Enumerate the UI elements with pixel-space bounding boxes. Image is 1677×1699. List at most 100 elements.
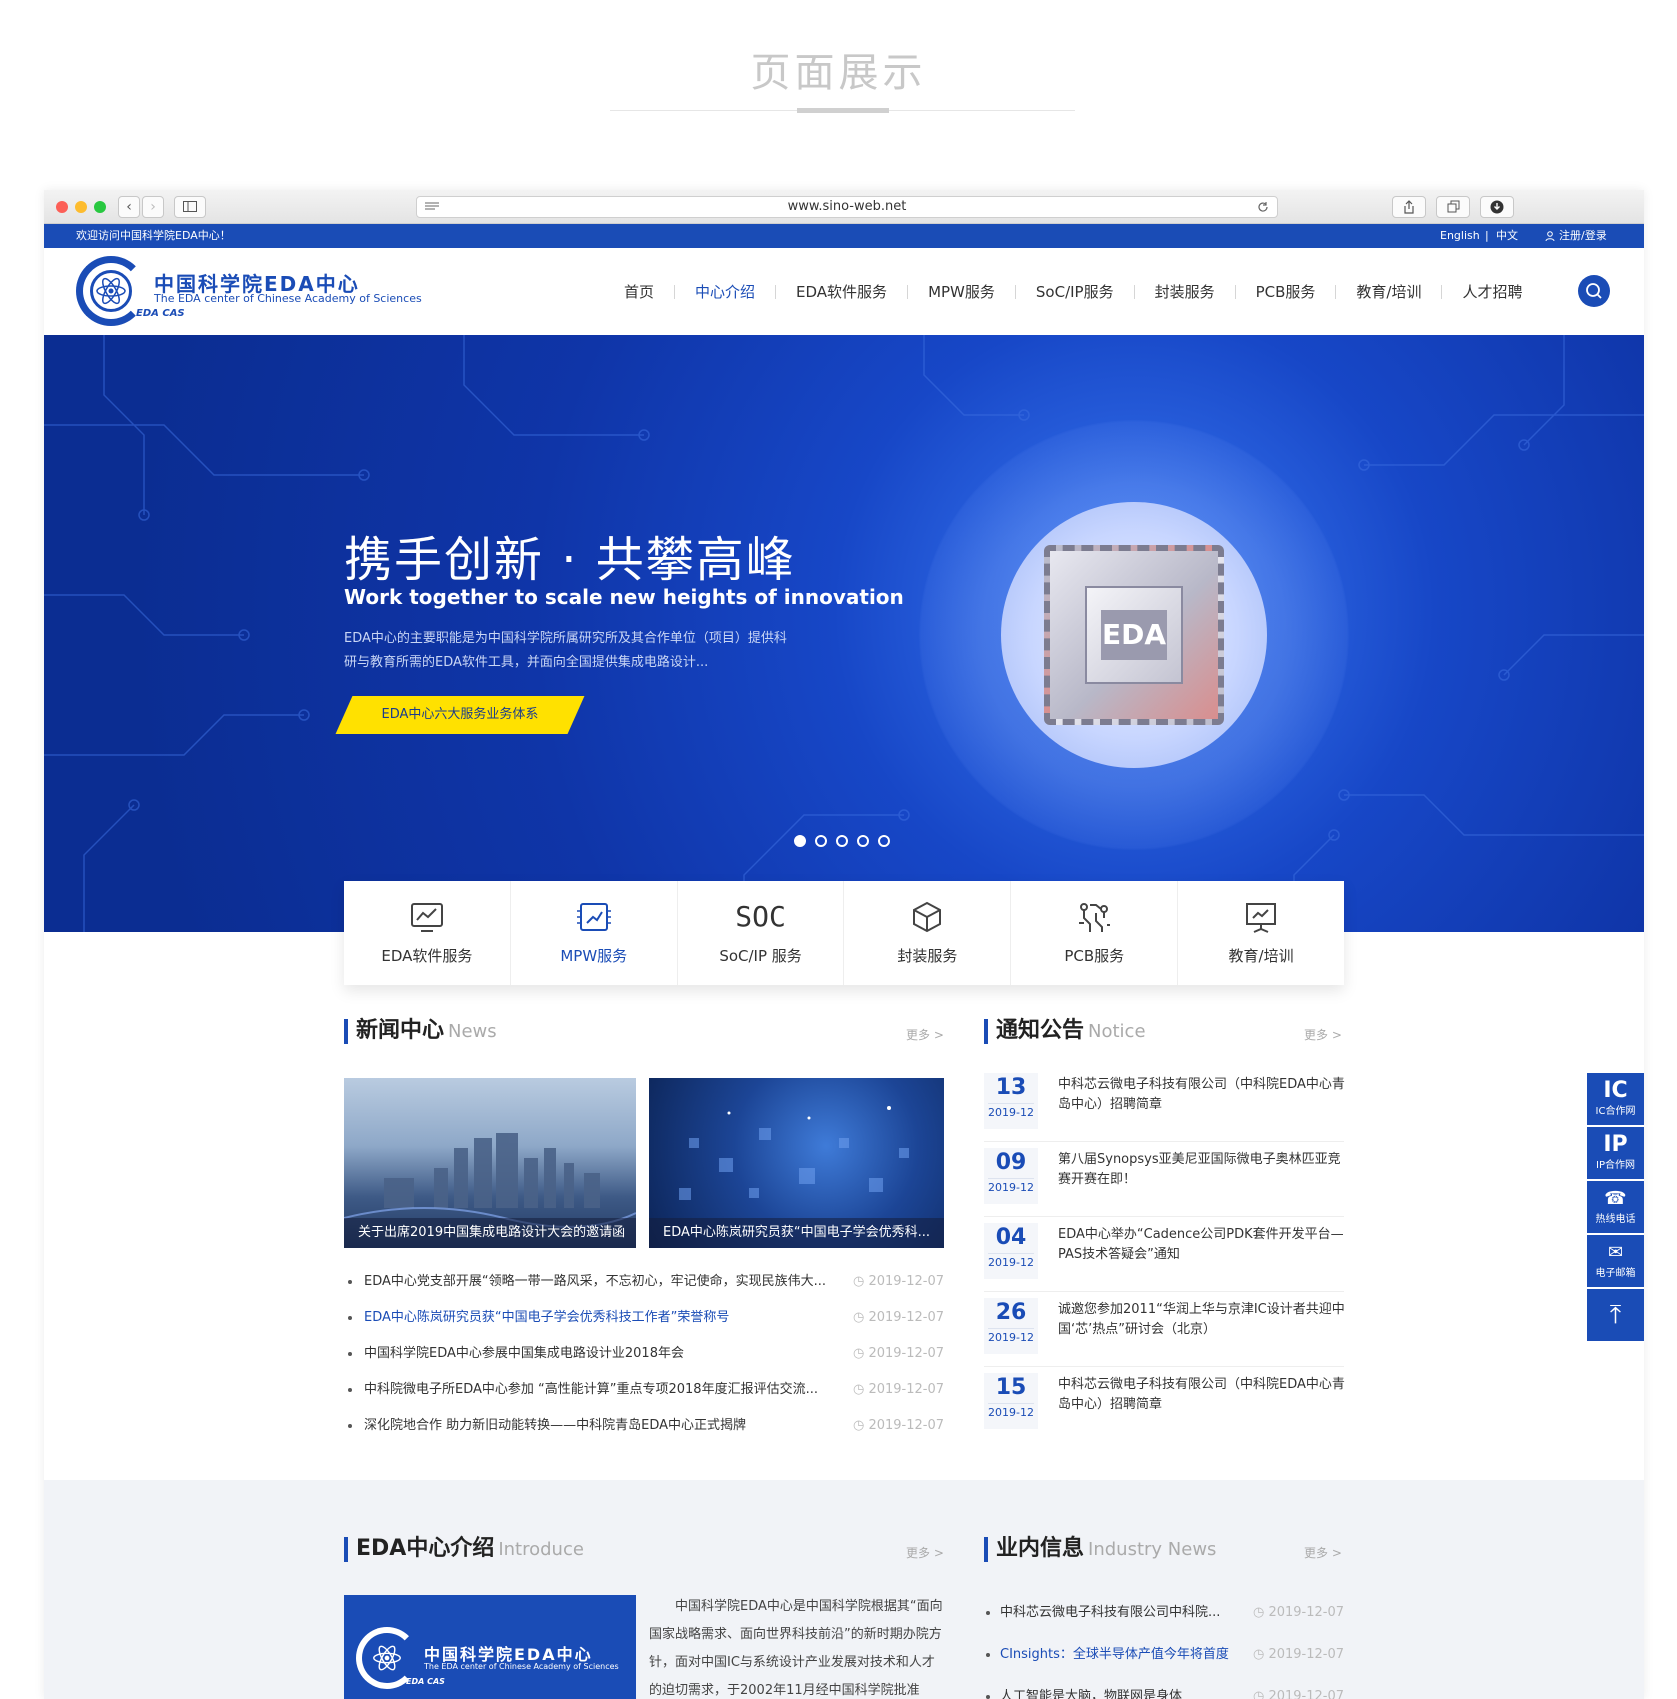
bullet (348, 1316, 352, 1320)
notice-date-badge: 09 2019-12 (984, 1148, 1038, 1204)
ip-network-button[interactable]: IP IP合作网 (1587, 1127, 1644, 1179)
industry-list-item[interactable]: 人工智能是大脑，物联网是身体 ◷ 2019-12-07 (984, 1676, 1344, 1699)
site-header: 中国科学院EDA中心 The EDA center of Chinese Aca… (44, 248, 1644, 335)
notice-text: 第八届Synopsys亚美尼亚国际微电子奥林匹亚竞赛开赛在即！ (1058, 1152, 1341, 1187)
carousel-dot[interactable] (878, 835, 890, 847)
share-button[interactable] (1392, 196, 1426, 218)
news-list-item[interactable]: 中国科学院EDA中心参展中国集成电路设计业2018年会 ◷ 2019-12-07 (344, 1336, 944, 1372)
industry-more-link[interactable]: 更多 > (1304, 1544, 1342, 1561)
nav-item-about[interactable]: 中心介绍 (675, 285, 777, 300)
nav-item-eda-software[interactable]: EDA软件服务 (776, 285, 909, 300)
banner-cta-button[interactable]: EDA中心六大服务业务体系 (335, 696, 585, 734)
nav-item-pcb[interactable]: PCB服务 (1236, 285, 1337, 300)
nav-item-education[interactable]: 教育/培训 (1336, 285, 1443, 300)
forward-button[interactable]: › (142, 196, 164, 218)
news-item-date: ◷ 2019-12-07 (852, 1346, 944, 1361)
pcb-traces-icon (1079, 903, 1111, 932)
notice-item[interactable]: 26 2019-12 诚邀您参加2011“华润上华与京津IC设计者共迎中国‘芯’热点… (984, 1292, 1345, 1367)
downloads-button[interactable] (1480, 196, 1514, 218)
service-packaging[interactable]: 封装服务 (844, 881, 1012, 985)
circuit-board-icon (576, 903, 611, 931)
service-pcb[interactable]: PCB服务 (1011, 881, 1179, 985)
carousel-dot[interactable] (857, 835, 869, 847)
service-eda-software[interactable]: EDA软件服务 (344, 881, 511, 985)
intro-title: EDA中心介绍 (356, 1536, 495, 1561)
intro-more-link[interactable]: 更多 > (906, 1544, 944, 1561)
nav-item-packaging[interactable]: 封装服务 (1135, 285, 1236, 300)
news-item-title: 中科院微电子所EDA中心参加 “高性能计算”重点专项2018年度汇报评估交流..… (364, 1382, 818, 1397)
services-strip: EDA软件服务 MPW服务 SOC SoC/IP 服务 封装服务 PCB服务 教… (344, 881, 1344, 985)
notice-year-month: 2019-12 (988, 1328, 1034, 1347)
news-more-link[interactable]: 更多 > (906, 1026, 944, 1043)
service-label: PCB服务 (1064, 947, 1125, 965)
service-mpw[interactable]: MPW服务 (511, 881, 678, 985)
news-item-date: ◷ 2019-12-07 (852, 1418, 944, 1433)
logo[interactable]: 中国科学院EDA中心 The EDA center of Chinese Aca… (44, 248, 444, 335)
intro-text: 中国科学院EDA中心是中国科学院根据其“面向国家战略需求、面向世界科技前沿”的新… (649, 1599, 943, 1698)
service-label: MPW服务 (560, 947, 628, 965)
industry-item-date: ◷ 2019-12-07 (1252, 1605, 1344, 1620)
reader-icon (425, 202, 439, 210)
phone-icon: ☎ (1604, 1188, 1627, 1209)
arrow-up-icon: ⤒ (1609, 1300, 1622, 1330)
login-link[interactable]: 注册/登录 (1559, 224, 1607, 248)
news-item-date-text: 2019-12-07 (868, 1346, 944, 1361)
close-window-button[interactable] (56, 201, 68, 213)
carousel-dot[interactable] (794, 835, 806, 847)
hotline-button[interactable]: ☎ 热线电话 (1587, 1181, 1644, 1233)
notice-more-link[interactable]: 更多 > (1304, 1026, 1342, 1043)
email-button[interactable]: ✉ 电子邮箱 (1587, 1235, 1644, 1287)
notice-item[interactable]: 13 2019-12 中科芯云微电子科技有限公司（中科院EDA中心青岛中心）招聘简章 (984, 1067, 1345, 1142)
banner-title: 携手创新 · 共攀高峰 (344, 532, 796, 588)
notice-title: 通知公告 (996, 1018, 1085, 1043)
reload-icon[interactable] (1257, 201, 1269, 213)
industry-item-date-text: 2019-12-07 (1268, 1689, 1344, 1699)
search-button[interactable] (1578, 275, 1610, 307)
notice-item[interactable]: 15 2019-12 中科芯云微电子科技有限公司（中科院EDA中心青岛中心）招聘简章 (984, 1367, 1345, 1442)
service-label: 教育/培训 (1228, 947, 1294, 965)
address-bar[interactable]: www.sino-web.net (416, 196, 1278, 218)
news-list-item[interactable]: EDA中心陈岚研究员获“中国电子学会优秀科技工作者”荣誉称号 ◷ 2019-12-… (344, 1300, 944, 1336)
download-icon (1490, 200, 1504, 214)
industry-item-date: ◷ 2019-12-07 (1252, 1647, 1344, 1662)
carousel-dot[interactable] (815, 835, 827, 847)
news-featured-caption: EDA中心陈岚研究员获“中国电子学会优秀科... (649, 1218, 944, 1248)
intro-section-title: EDA中心介绍 Introduce (344, 1537, 584, 1562)
bullet (986, 1653, 990, 1657)
industry-list-item[interactable]: 中科芯云微电子科技有限公司中科院... ◷ 2019-12-07 (984, 1592, 1344, 1634)
nav-item-mpw[interactable]: MPW服务 (908, 285, 1016, 300)
notice-item[interactable]: 09 2019-12 第八届Synopsys亚美尼亚国际微电子奥林匹亚竞赛开赛在即！ (984, 1142, 1344, 1217)
service-education[interactable]: 教育/培训 (1178, 881, 1344, 985)
notice-day: 26 (995, 1300, 1027, 1325)
back-to-top-button[interactable]: ⤒ (1587, 1289, 1644, 1341)
tabs-overview-button[interactable] (1436, 196, 1470, 218)
lang-english-link[interactable]: English (1440, 224, 1480, 248)
news-list-item[interactable]: 深化院地合作 助力新旧动能转换——中科院青岛EDA中心正式揭牌 ◷ 2019-12… (344, 1408, 944, 1444)
ic-network-button[interactable]: IC IC合作网 (1587, 1073, 1644, 1125)
notice-date-badge: 15 2019-12 (984, 1373, 1038, 1429)
carousel-dot[interactable] (836, 835, 848, 847)
zoom-window-button[interactable] (94, 201, 106, 213)
news-featured-card[interactable]: 关于出席2019中国集成电路设计大会的邀请函 (344, 1078, 636, 1248)
nav-item-careers[interactable]: 人才招聘 (1442, 285, 1542, 300)
notice-item[interactable]: 04 2019-12 EDA中心举办“Cadence公司PDK套件开发平台—PAS技… (984, 1217, 1344, 1292)
notice-section-title: 通知公告 Notice (984, 1019, 1146, 1044)
news-section-title: 新闻中心 News (344, 1019, 497, 1044)
news-list-item[interactable]: 中科院微电子所EDA中心参加 “高性能计算”重点专项2018年度汇报评估交流..… (344, 1372, 944, 1408)
news-list-item[interactable]: EDA中心党支部开展“领略一带一路风采，不忘初心，牢记使命，实现民族伟大... ◷… (344, 1264, 944, 1300)
news-item-title: 深化院地合作 助力新旧动能转换——中科院青岛EDA中心正式揭牌 (364, 1418, 747, 1433)
email-label: 电子邮箱 (1595, 1268, 1636, 1279)
news-featured-card[interactable]: EDA中心陈岚研究员获“中国电子学会优秀科... (649, 1078, 944, 1248)
sidebar-toggle-button[interactable] (174, 196, 206, 218)
minimize-window-button[interactable] (75, 201, 87, 213)
url-text: www.sino-web.net (787, 199, 907, 214)
intro-image: 中国科学院EDA中心 The EDA center of Chinese Aca… (344, 1595, 636, 1699)
lang-chinese-link[interactable]: 中文 (1496, 224, 1518, 248)
service-soc-ip[interactable]: SOC SoC/IP 服务 (678, 881, 845, 985)
service-label: 封装服务 (897, 947, 958, 965)
nav-item-home[interactable]: 首页 (604, 285, 676, 300)
industry-item-title: CInsights：全球半导体产值今年将首度 (1000, 1647, 1229, 1662)
nav-item-soc-ip[interactable]: SoC/IP服务 (1016, 285, 1135, 300)
industry-list-item[interactable]: CInsights：全球半导体产值今年将首度 ◷ 2019-12-07 (984, 1634, 1344, 1676)
back-button[interactable]: ‹ (118, 196, 140, 218)
